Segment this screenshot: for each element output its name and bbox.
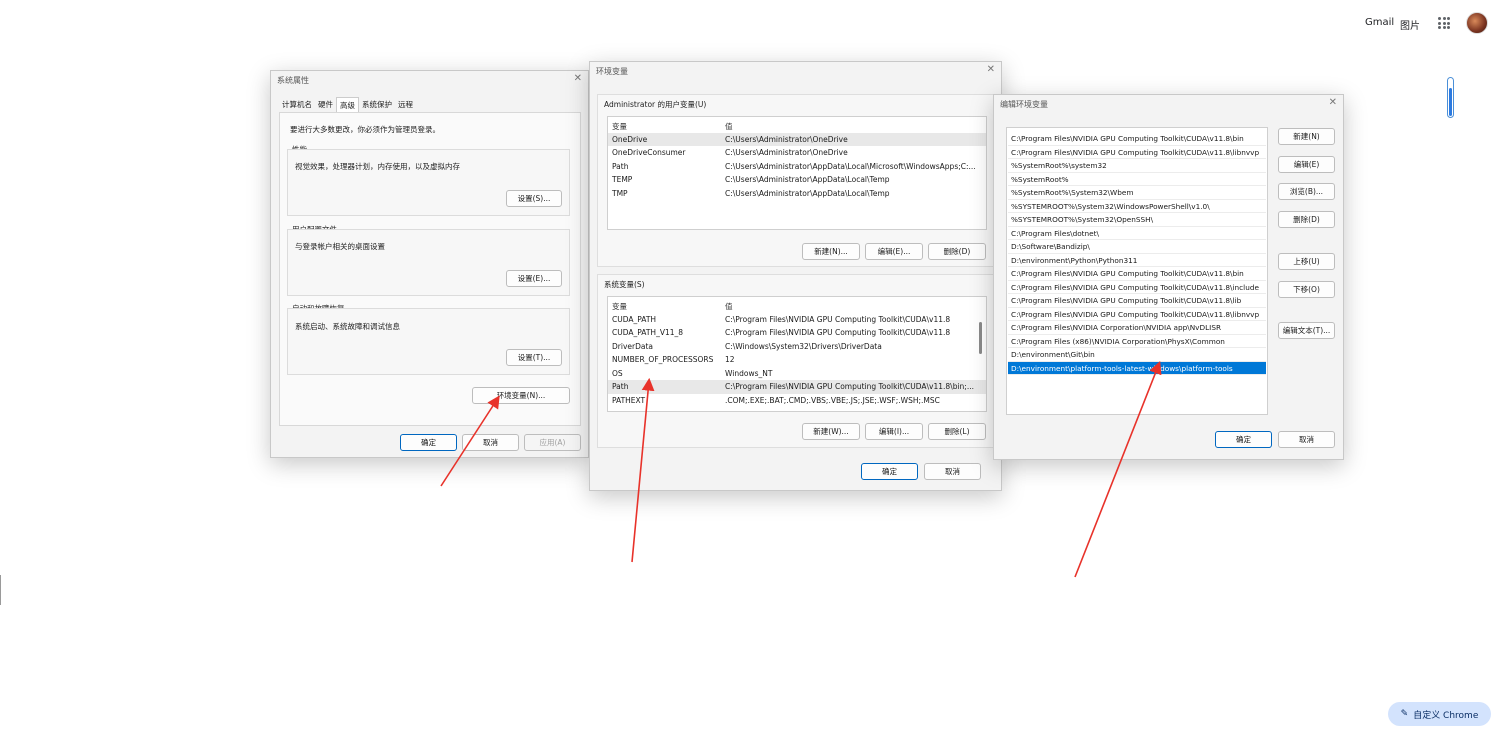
arrow-to-path-row (631, 377, 655, 563)
arrow-to-env-button (440, 395, 500, 487)
arrow-to-new-path (1074, 361, 1162, 578)
annotation-arrows (440, 361, 1162, 578)
